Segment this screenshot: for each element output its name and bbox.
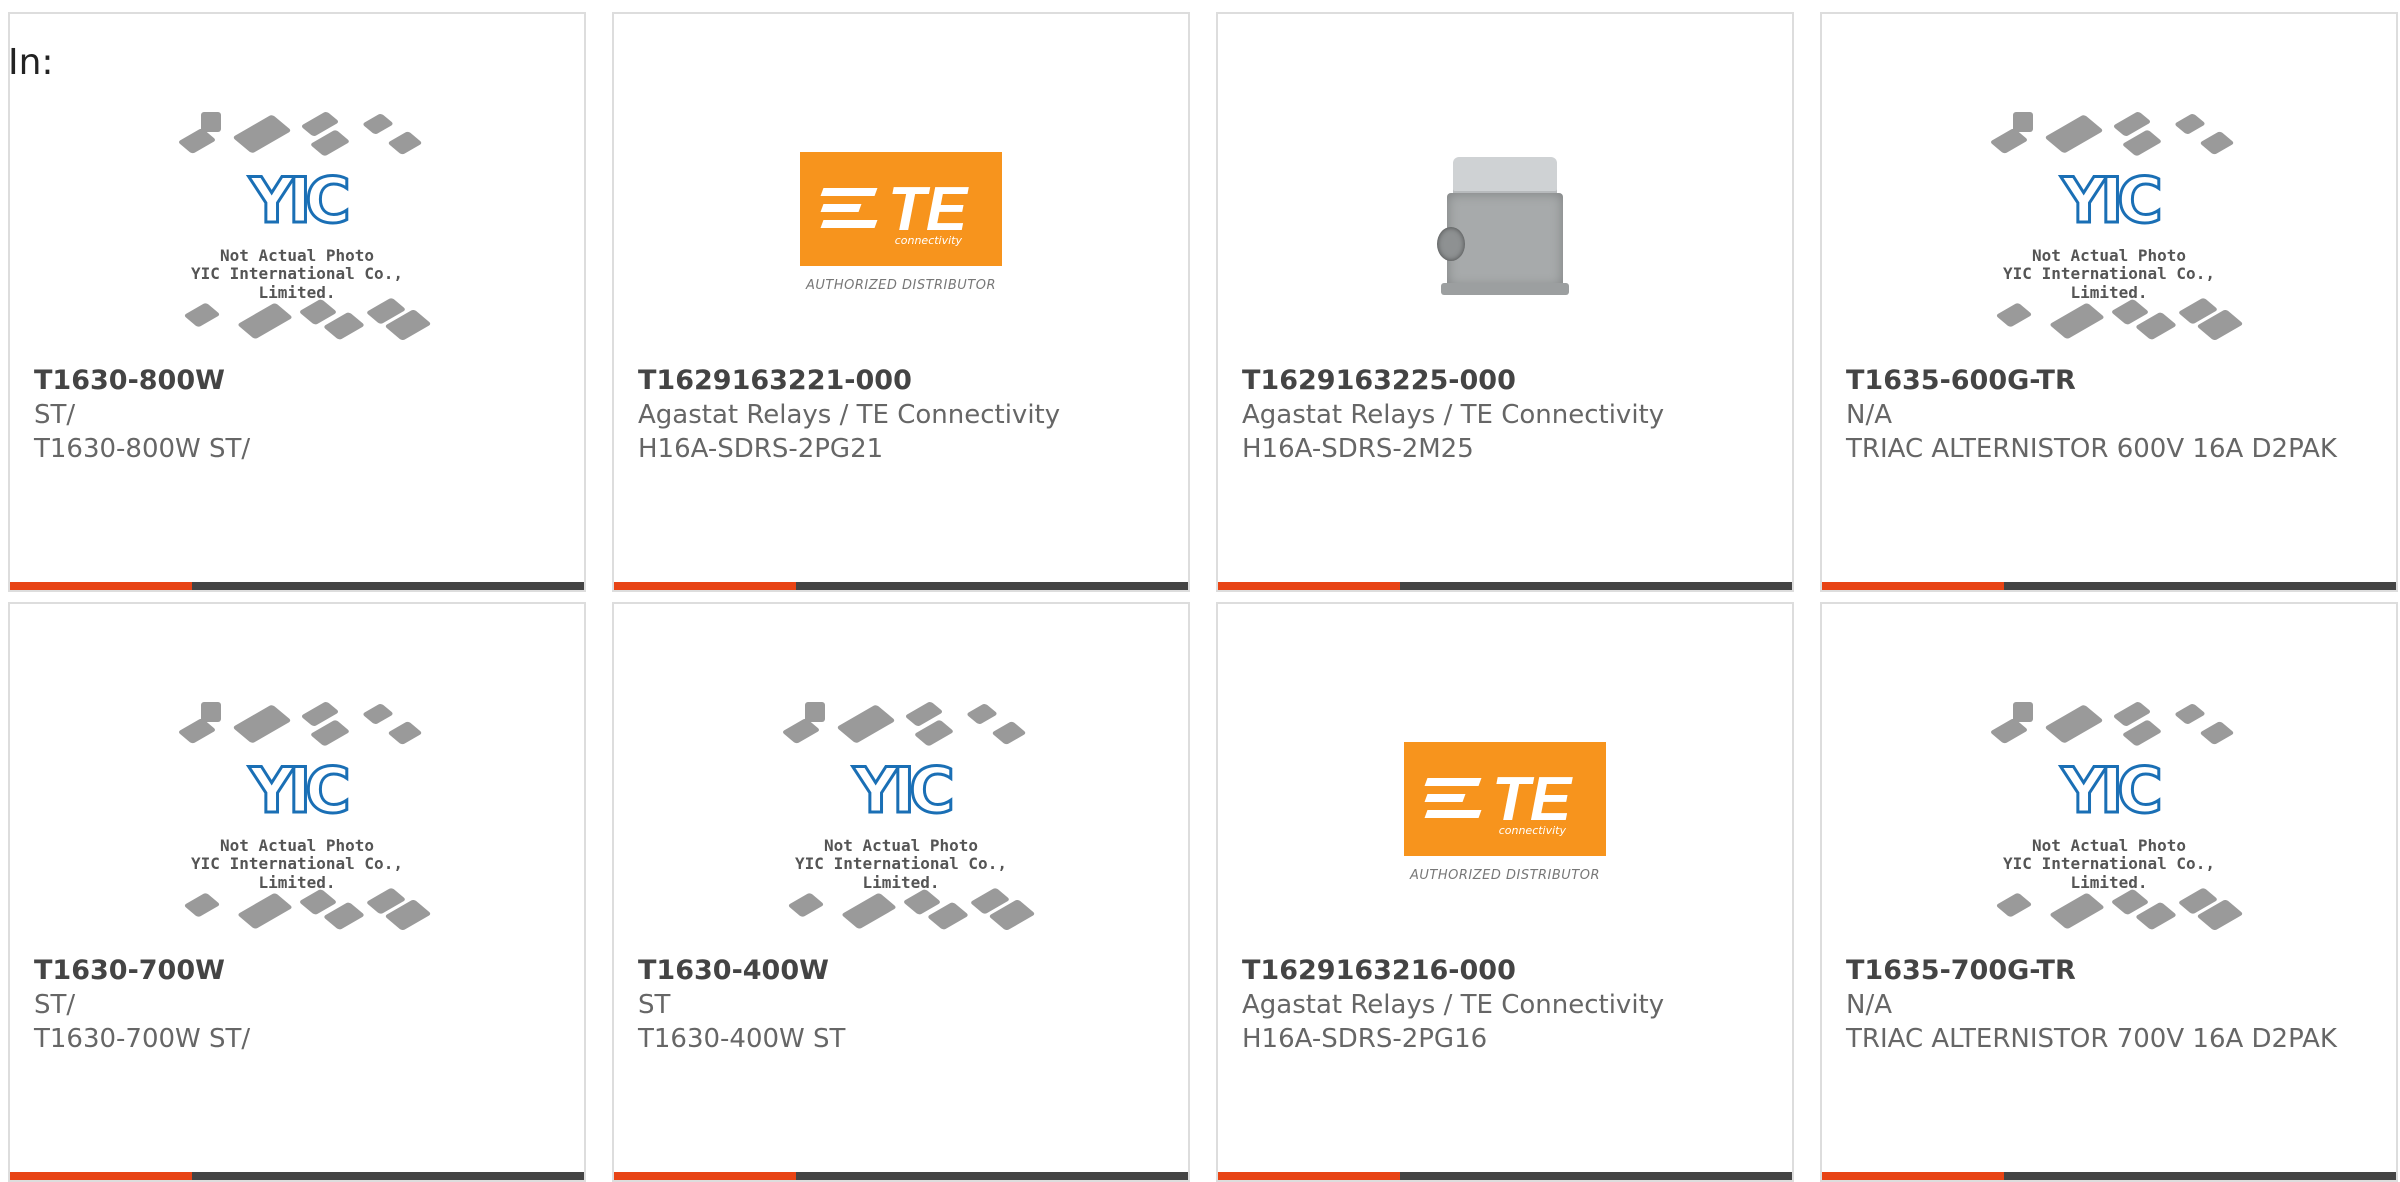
part-number-link[interactable]: T1635-700G-TR (1846, 954, 2372, 988)
yic-logo: YIC (248, 163, 352, 239)
part-number-link[interactable]: T1629163216-000 (1242, 954, 1768, 988)
connector-photo (1435, 157, 1575, 307)
product-card[interactable]: TE connectivity AUTHORIZED DISTRIBUTOR T… (1216, 602, 1794, 1182)
card-accent-bar (1822, 582, 2004, 590)
placeholder-caption: Not Actual Photo (2031, 246, 2187, 265)
description: T1630-400W ST (638, 1024, 846, 1054)
card-accent-bar (10, 582, 192, 590)
placeholder-caption: Not Actual Photo (219, 246, 375, 265)
card-footer-bar (1218, 1172, 1792, 1180)
card-accent-bar (614, 582, 796, 590)
manufacturer: Agastat Relays / TE Connectivity (1242, 400, 1665, 430)
placeholder-image: YIC Not Actual Photo YIC International C… (165, 111, 432, 352)
authorized-distributor-label: AUTHORIZED DISTRIBUTOR (805, 278, 997, 293)
product-image[interactable]: TE connectivity AUTHORIZED DISTRIBUTOR (1218, 692, 1792, 952)
placeholder-company: YIC International Co., Limited. (191, 854, 403, 892)
placeholder-image: YIC Not Actual Photo YIC International C… (769, 701, 1036, 942)
manufacturer: ST (638, 990, 671, 1020)
manufacturer: Agastat Relays / TE Connectivity (1242, 990, 1665, 1020)
product-card[interactable]: YIC Not Actual Photo YIC International C… (1820, 602, 2398, 1182)
part-number-link[interactable]: T1630-700W (34, 954, 560, 988)
part-number-link[interactable]: T1629163221-000 (638, 364, 1164, 398)
placeholder-image: YIC Not Actual Photo YIC International C… (1977, 111, 2244, 352)
part-number-link[interactable]: T1630-400W (638, 954, 1164, 988)
placeholder-company: YIC International Co., Limited. (191, 264, 403, 302)
product-info: T1629163216-000 Agastat Relays / TE Conne… (1242, 954, 1768, 1056)
card-footer-bar (1218, 582, 1792, 590)
card-accent-bar (1218, 582, 1400, 590)
manufacturer: ST/ (34, 990, 76, 1020)
product-image[interactable]: YIC Not Actual Photo YIC International C… (10, 102, 584, 362)
description: TRIAC ALTERNISTOR 600V 16A D2PAK (1846, 434, 2337, 464)
card-accent-bar (10, 1172, 192, 1180)
description: H16A-SDRS-2M25 (1242, 434, 1474, 464)
placeholder-company: YIC International Co., Limited. (2003, 854, 2215, 892)
filter-in-label: In: (8, 42, 54, 83)
product-image[interactable]: YIC Not Actual Photo YIC International C… (10, 692, 584, 952)
card-accent-bar (1822, 1172, 2004, 1180)
part-number-link[interactable]: T1635-600G-TR (1846, 364, 2372, 398)
product-card[interactable]: YIC Not Actual Photo YIC International C… (8, 602, 586, 1182)
product-info: T1635-600G-TR N/A TRIAC ALTERNISTOR 600V 1… (1846, 364, 2372, 466)
placeholder-caption: Not Actual Photo (219, 836, 375, 855)
manufacturer: N/A (1846, 400, 1892, 430)
product-card[interactable]: TE connectivity AUTHORIZED DISTRIBUTOR T… (612, 12, 1190, 592)
product-image[interactable]: YIC Not Actual Photo YIC International C… (614, 692, 1188, 952)
manufacturer: Agastat Relays / TE Connectivity (638, 400, 1061, 430)
product-card[interactable]: YIC Not Actual Photo YIC International C… (612, 602, 1190, 1182)
card-accent-bar (614, 1172, 796, 1180)
description: H16A-SDRS-2PG16 (1242, 1024, 1488, 1054)
manufacturer: N/A (1846, 990, 1892, 1020)
part-number-link[interactable]: T1630-800W (34, 364, 560, 398)
product-image[interactable]: YIC Not Actual Photo YIC International C… (1822, 102, 2396, 362)
placeholder-image: YIC Not Actual Photo YIC International C… (165, 701, 432, 942)
te-connectivity-logo: TE connectivity AUTHORIZED DISTRIBUTOR (796, 152, 1006, 312)
authorized-distributor-label: AUTHORIZED DISTRIBUTOR (1409, 868, 1601, 883)
card-footer-bar (10, 582, 584, 590)
description: TRIAC ALTERNISTOR 700V 16A D2PAK (1846, 1024, 2337, 1054)
product-info: T1629163225-000 Agastat Relays / TE Conne… (1242, 364, 1768, 466)
card-footer-bar (614, 582, 1188, 590)
te-connectivity-logo: TE connectivity AUTHORIZED DISTRIBUTOR (1400, 742, 1610, 902)
card-footer-bar (1822, 1172, 2396, 1180)
description: H16A-SDRS-2PG21 (638, 434, 884, 464)
placeholder-image: YIC Not Actual Photo YIC International C… (1977, 701, 2244, 942)
product-card[interactable]: YIC Not Actual Photo YIC International C… (8, 12, 586, 592)
placeholder-caption: Not Actual Photo (2031, 836, 2187, 855)
product-info: T1629163221-000 Agastat Relays / TE Conne… (638, 364, 1164, 466)
product-info: T1630-800W ST/T1630-800W ST/ (34, 364, 560, 466)
product-info: T1630-400W ST T1630-400W ST (638, 954, 1164, 1056)
description: T1630-700W ST/ (34, 1024, 251, 1054)
yic-logo: YIC (248, 753, 352, 829)
manufacturer: ST/ (34, 400, 76, 430)
product-info: T1630-700W ST/T1630-700W ST/ (34, 954, 560, 1056)
product-image[interactable]: TE connectivity AUTHORIZED DISTRIBUTOR (614, 102, 1188, 362)
card-accent-bar (1218, 1172, 1400, 1180)
card-footer-bar (614, 1172, 1188, 1180)
product-image[interactable]: YIC Not Actual Photo YIC International C… (1822, 692, 2396, 952)
placeholder-company: YIC International Co., Limited. (795, 854, 1007, 892)
product-card[interactable]: YIC Not Actual Photo YIC International C… (1820, 12, 2398, 592)
placeholder-company: YIC International Co., Limited. (2003, 264, 2215, 302)
placeholder-caption: Not Actual Photo (823, 836, 979, 855)
card-footer-bar (10, 1172, 584, 1180)
yic-logo: YIC (2060, 163, 2164, 239)
card-footer-bar (1822, 582, 2396, 590)
part-number-link[interactable]: T1629163225-000 (1242, 364, 1768, 398)
product-info: T1635-700G-TR N/A TRIAC ALTERNISTOR 700V 1… (1846, 954, 2372, 1056)
description: T1630-800W ST/ (34, 434, 251, 464)
product-card[interactable]: T1629163225-000 Agastat Relays / TE Conne… (1216, 12, 1794, 592)
product-image[interactable] (1218, 102, 1792, 362)
yic-logo: YIC (852, 753, 956, 829)
yic-logo: YIC (2060, 753, 2164, 829)
